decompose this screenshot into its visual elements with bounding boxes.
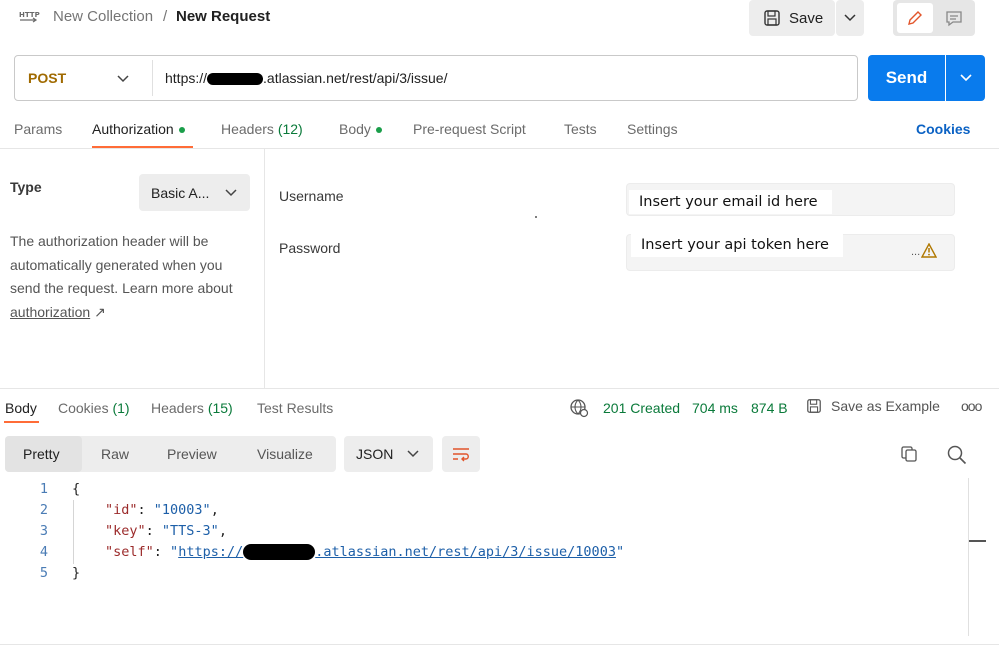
more-options-icon[interactable]: ooo	[961, 398, 982, 414]
divider	[0, 644, 999, 645]
pencil-icon	[908, 11, 922, 25]
code-line: "id": "10003",	[105, 502, 219, 518]
request-name[interactable]: New Request	[176, 8, 270, 25]
copy-icon[interactable]	[900, 445, 918, 463]
issue-self-link[interactable]: https://.atlassian.net/rest/api/3/issue/…	[178, 544, 616, 560]
warning-icon[interactable]	[921, 243, 937, 258]
url-input[interactable]: https://.atlassian.net/rest/api/3/issue/	[165, 70, 447, 86]
password-field[interactable]: Insert your api token here ...	[626, 233, 955, 271]
response-tab-headers[interactable]: Headers (15)	[151, 400, 233, 416]
save-as-example-button[interactable]: Save as Example	[806, 398, 940, 414]
tab-authorization[interactable]: Authorization	[92, 121, 185, 137]
edit-mode-button[interactable]	[897, 3, 933, 33]
chevron-down-icon	[959, 74, 972, 82]
network-globe-icon[interactable]	[569, 398, 589, 418]
wrap-lines-icon	[453, 448, 469, 462]
auth-type-select[interactable]: Basic A...	[139, 174, 250, 211]
username-label: Username	[279, 188, 344, 204]
view-raw-button[interactable]: Raw	[101, 446, 129, 462]
code-line: "key": "TTS-3",	[105, 523, 227, 539]
divider	[0, 148, 999, 149]
divider	[0, 388, 999, 389]
chevron-down-icon	[407, 450, 419, 458]
line-number: 2	[39, 502, 48, 518]
send-options-button[interactable]	[946, 55, 985, 101]
auth-type-value: Basic A...	[151, 184, 210, 201]
line-number: 5	[39, 565, 48, 581]
chevron-down-icon	[844, 14, 856, 22]
password-value: Insert your api token here	[631, 233, 843, 257]
comment-icon	[946, 11, 962, 27]
save-icon	[764, 10, 780, 26]
view-pretty-button[interactable]: Pretty	[23, 446, 60, 462]
save-icon	[807, 399, 821, 413]
status-dot	[375, 127, 382, 134]
view-preview-button[interactable]: Preview	[167, 446, 217, 462]
divider	[152, 60, 153, 96]
code-line: {	[72, 481, 81, 497]
panel-divider	[264, 149, 265, 388]
tab-params[interactable]: Params	[14, 121, 62, 137]
save-example-label: Save as Example	[831, 398, 940, 414]
active-tab-indicator	[4, 421, 39, 423]
username-value: Insert your email id here	[629, 190, 832, 214]
breadcrumb-collection[interactable]: New Collection	[53, 8, 153, 25]
tab-settings[interactable]: Settings	[627, 121, 678, 137]
save-button[interactable]: Save	[749, 0, 835, 36]
format-value: JSON	[356, 446, 394, 462]
username-field[interactable]: Insert your email id here	[626, 183, 955, 216]
save-label: Save	[789, 9, 824, 27]
chevron-down-icon[interactable]	[117, 75, 129, 83]
code-line: "self": "https://.atlassian.net/rest/api…	[105, 544, 625, 560]
tab-body[interactable]: Body	[339, 121, 382, 137]
redaction-mark	[207, 73, 264, 86]
line-number: 4	[39, 544, 48, 560]
editor-scrollbar[interactable]	[968, 478, 969, 636]
status-code[interactable]: 201 Created	[603, 400, 680, 416]
line-number: 1	[39, 481, 48, 497]
scrollbar-marker	[969, 540, 986, 542]
cookies-link[interactable]: Cookies	[916, 121, 970, 137]
response-time[interactable]: 704 ms	[692, 400, 738, 416]
response-tab-body[interactable]: Body	[5, 400, 37, 416]
stray-dot	[535, 216, 537, 218]
redaction-mark	[243, 544, 316, 560]
status-dot	[178, 127, 185, 134]
tab-prerequest-script[interactable]: Pre-request Script	[413, 121, 526, 137]
tab-headers[interactable]: Headers (12)	[221, 121, 303, 137]
svg-text:HTTP: HTTP	[19, 11, 40, 19]
response-tab-cookies[interactable]: Cookies (1)	[58, 400, 130, 416]
format-select[interactable]: JSON	[344, 436, 433, 472]
line-number: 3	[39, 523, 48, 539]
chevron-down-icon	[225, 188, 237, 196]
password-overflow: ...	[911, 246, 921, 258]
breadcrumb-separator: /	[163, 8, 168, 25]
auth-description: The authorization header will be automat…	[10, 233, 233, 320]
tab-tests[interactable]: Tests	[564, 121, 597, 137]
view-visualize-button[interactable]: Visualize	[257, 446, 313, 462]
send-button[interactable]: Send	[868, 55, 945, 101]
indent-guide	[73, 500, 74, 564]
response-size[interactable]: 874 B	[751, 400, 788, 416]
response-tab-test-results[interactable]: Test Results	[257, 400, 333, 416]
http-icon: HTTP	[19, 11, 40, 23]
code-line: }	[72, 565, 81, 581]
wrap-lines-button[interactable]	[442, 436, 480, 472]
save-options-button[interactable]	[836, 0, 864, 36]
auth-type-label: Type	[10, 179, 42, 195]
external-link-icon: ↗	[94, 303, 106, 320]
search-icon[interactable]	[947, 445, 967, 465]
method-select[interactable]: POST	[28, 70, 66, 86]
comments-button[interactable]	[937, 3, 971, 33]
password-label: Password	[279, 240, 341, 256]
authorization-docs-link[interactable]: authorization	[10, 304, 90, 320]
